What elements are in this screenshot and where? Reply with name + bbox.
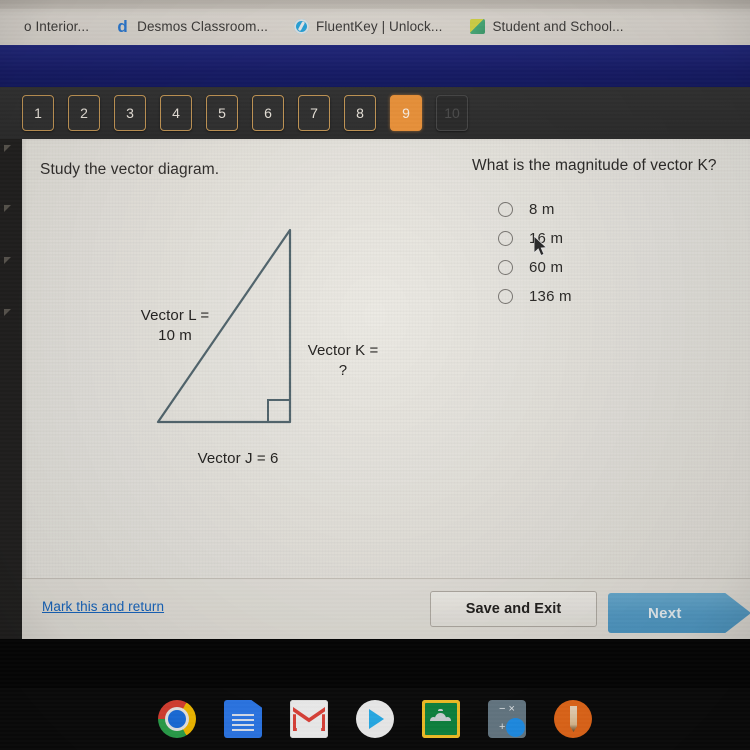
choice-row[interactable]: 8 m (498, 195, 740, 224)
desmos-icon: d (117, 16, 128, 36)
student-school-icon (470, 18, 486, 34)
bookmark-label: Desmos Classroom... (137, 18, 269, 34)
choice-label: 8 m (529, 201, 555, 218)
prompt-text: Study the vector diagram. (40, 161, 220, 178)
question-block: What is the magnitude of vector K? 8 m 1… (472, 157, 740, 311)
gutter-marker-icon (4, 309, 11, 316)
bookmark-label: o Interior... (24, 18, 90, 34)
question-nav-item-6[interactable]: 6 (252, 95, 284, 131)
choice-label: 16 m (529, 230, 564, 247)
calculator-icon[interactable] (488, 700, 526, 738)
question-page: Study the vector diagram. Vector L = 10 … (22, 139, 750, 639)
gutter-marker-icon (4, 145, 11, 152)
mark-this-and-return-link[interactable]: Mark this and return (42, 599, 164, 614)
google-classroom-icon[interactable] (422, 700, 460, 738)
question-nav-item-9[interactable]: 9 (390, 95, 422, 131)
choice-list: 8 m 16 m 60 m 136 m (472, 195, 740, 311)
question-nav-list: 1 2 3 4 5 6 7 8 9 10 (22, 95, 468, 131)
vector-k-label: Vector K = ? (307, 342, 379, 380)
chrome-icon[interactable] (158, 700, 196, 738)
left-gutter (0, 139, 22, 639)
bookmark-item-desmos[interactable]: d Desmos Classroom... (115, 16, 269, 36)
radio-button-icon[interactable] (498, 231, 513, 246)
radio-button-icon[interactable] (498, 260, 513, 275)
question-nav-item-1[interactable]: 1 (22, 95, 54, 131)
question-nav-item-10: 10 (436, 95, 468, 131)
vector-diagram: Vector L = 10 m Vector K = ? Vector J = … (82, 214, 378, 467)
radio-button-icon[interactable] (498, 202, 513, 217)
question-nav-item-3[interactable]: 3 (114, 95, 146, 131)
choice-row[interactable]: 60 m (498, 253, 740, 282)
choice-row[interactable]: 16 m (498, 224, 740, 253)
screen-photo: o Interior... d Desmos Classroom... Flue… (0, 0, 750, 750)
gutter-marker-icon (4, 205, 11, 212)
vector-j-label: Vector J = 6 (197, 450, 279, 467)
bookmark-label: FluentKey | Unlock... (316, 18, 443, 34)
bookmark-item-fluentkey[interactable]: FluentKey | Unlock... (294, 18, 443, 34)
question-nav-item-8[interactable]: 8 (344, 95, 376, 131)
vector-l-label: Vector L = 10 m (140, 307, 210, 345)
question-nav-item-7[interactable]: 7 (298, 95, 330, 131)
radio-button-icon[interactable] (498, 289, 513, 304)
save-and-exit-button[interactable]: Save and Exit (430, 591, 597, 627)
right-angle-marker-icon (267, 399, 290, 422)
fluentkey-icon (294, 18, 310, 34)
choice-label: 60 m (529, 259, 564, 276)
question-nav-item-5[interactable]: 5 (206, 95, 238, 131)
taskbar-shelf (0, 688, 750, 750)
question-title: What is the magnitude of vector K? (472, 157, 717, 174)
choice-row[interactable]: 136 m (498, 282, 740, 311)
app-header-band (0, 45, 750, 87)
google-docs-icon[interactable] (224, 700, 262, 738)
gutter-marker-icon (4, 257, 11, 264)
bookmarks-bar: o Interior... d Desmos Classroom... Flue… (0, 0, 750, 46)
next-button[interactable]: Next (608, 593, 750, 633)
question-nav-item-4[interactable]: 4 (160, 95, 192, 131)
gmail-icon[interactable] (290, 700, 328, 738)
bookmark-label: Student and School... (492, 18, 624, 34)
generic-bookmark-icon (2, 19, 17, 34)
pencil-icon[interactable] (554, 700, 592, 738)
bookmark-item-student-school[interactable]: Student and School... (470, 18, 624, 34)
question-nav-strip: 1 2 3 4 5 6 7 8 9 10 (0, 87, 750, 139)
page-footer: Mark this and return Save and Exit Next (22, 578, 750, 639)
choice-label: 136 m (529, 288, 572, 305)
play-store-icon[interactable] (356, 700, 394, 738)
bookmark-item-interior[interactable]: o Interior... (2, 19, 89, 34)
desktop-background (0, 639, 750, 750)
next-button-label: Next (648, 604, 682, 622)
question-nav-item-2[interactable]: 2 (68, 95, 100, 131)
